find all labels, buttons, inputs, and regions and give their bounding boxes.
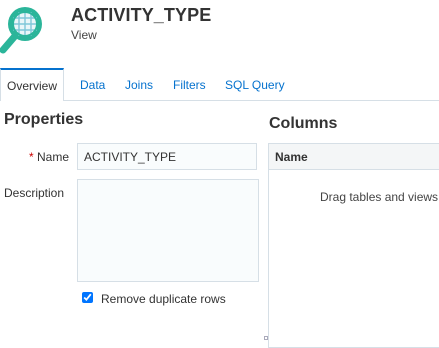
columns-panel[interactable]: Name Drag tables and views <box>268 143 439 348</box>
required-marker: * <box>28 150 34 164</box>
tab-joins[interactable]: Joins <box>125 68 153 99</box>
tab-bar: Overview Data Joins Filters SQL Query <box>0 68 439 101</box>
columns-table-header-name[interactable]: Name <box>269 144 439 170</box>
name-label-text: Name <box>36 150 69 164</box>
tab-overview[interactable]: Overview <box>0 68 65 101</box>
tab-data[interactable]: Data <box>80 68 105 99</box>
page-title: ACTIVITY_TYPE <box>71 5 212 25</box>
tab-filters[interactable]: Filters <box>173 68 206 99</box>
columns-heading: Columns <box>269 115 338 132</box>
page-subtitle: View <box>71 28 97 42</box>
resize-handle[interactable] <box>264 336 268 340</box>
view-search-icon <box>0 2 49 54</box>
remove-duplicates-checkbox[interactable] <box>82 292 93 303</box>
description-label: Description <box>4 186 65 200</box>
name-field[interactable] <box>77 143 257 170</box>
tab-sql-query[interactable]: SQL Query <box>225 68 285 99</box>
remove-duplicates-label: Remove duplicate rows <box>101 292 226 306</box>
description-field[interactable] <box>77 179 259 282</box>
columns-empty-hint: Drag tables and views <box>320 190 439 204</box>
properties-heading: Properties <box>4 111 84 128</box>
page-header: ACTIVITY_TYPE View <box>0 0 439 68</box>
name-field-label: * Name <box>26 150 69 164</box>
